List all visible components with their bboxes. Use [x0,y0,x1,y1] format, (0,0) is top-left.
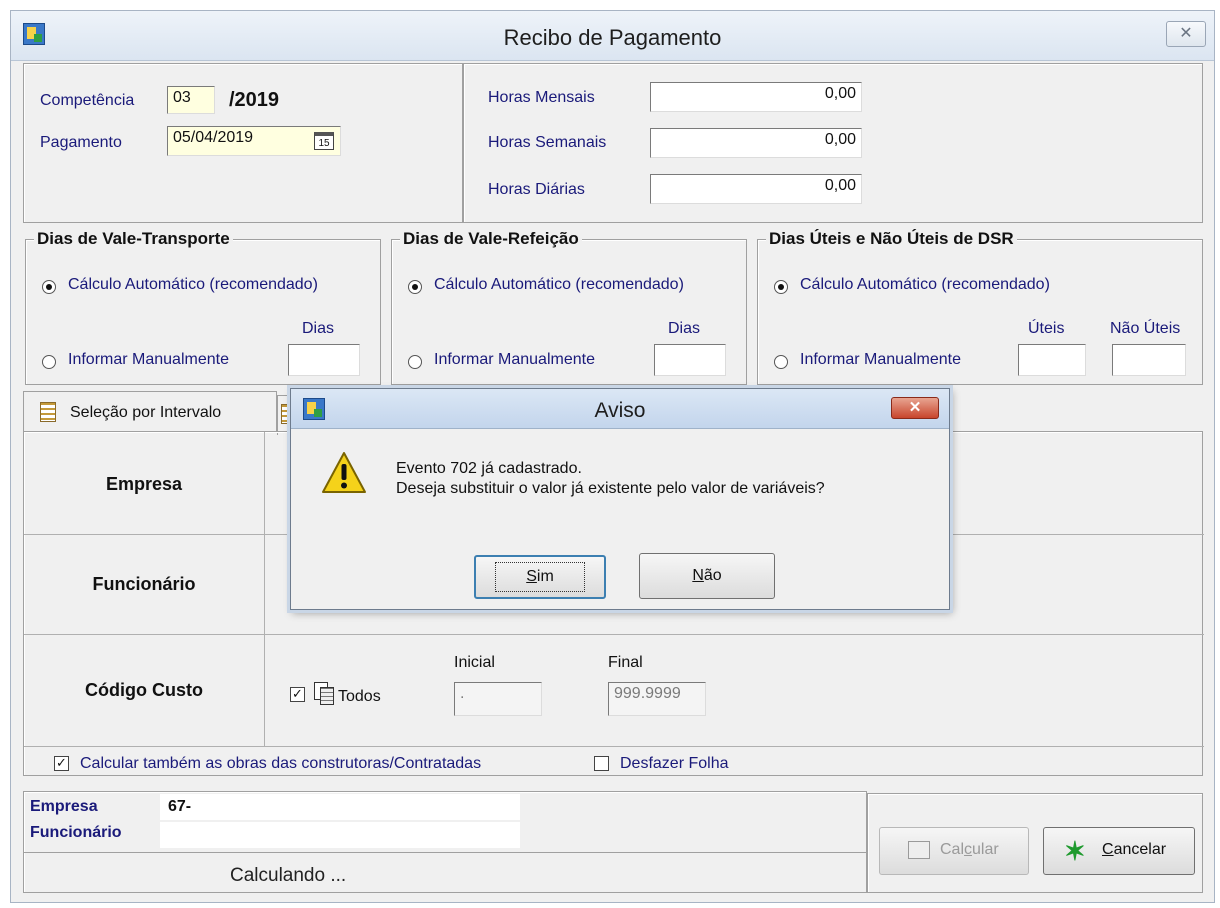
horas-mensais-label: Horas Mensais [488,89,595,106]
cancelar-button[interactable]: ✶ Cancelar [1043,827,1195,875]
calcular-button[interactable]: Calcular [879,827,1029,875]
status-empresa-label: Empresa [30,798,98,815]
vale-transporte-group: Dias de Vale-Transporte Cálculo Automáti… [25,229,381,385]
calcular-label-accel: c [964,841,973,858]
vr-auto-label[interactable]: Cálculo Automático (recomendado) [434,276,684,294]
dialog-message: Evento 702 já cadastrado. Deseja substit… [396,459,825,499]
dsr-auto-radio[interactable] [774,280,788,294]
warning-icon [322,452,366,493]
vr-manual-label[interactable]: Informar Manualmente [434,351,595,369]
dsr-group: Dias Úteis e Não Úteis de DSR Cálculo Au… [757,229,1203,385]
final-field[interactable]: 999.9999 [608,682,706,716]
vr-auto-radio[interactable] [408,280,422,294]
copy-pages-icon [314,682,336,706]
dsr-auto-label[interactable]: Cálculo Automático (recomendado) [800,276,1050,294]
tab-selecao-intervalo-label: Seleção por Intervalo [70,404,222,421]
aviso-dialog: Aviso ✕ Evento 702 já cadastrado. Deseja… [290,388,950,610]
running-man-icon: ✶ [1064,836,1086,866]
vt-dias-field[interactable] [288,344,360,376]
dialog-close-button[interactable]: ✕ [891,397,939,419]
row-divider-2 [24,634,1204,635]
dsr-title: Dias Úteis e Não Úteis de DSR [766,229,1017,249]
desfazer-folha-label[interactable]: Desfazer Folha [620,755,729,773]
dsr-manual-label[interactable]: Informar Manualmente [800,351,961,369]
row-divider-3 [24,746,1204,747]
calcular-label-pre: Cal [940,841,965,858]
dialog-message-line2: Deseja substituir o valor já existente p… [396,480,825,497]
final-label: Final [608,654,643,671]
nao-button[interactable]: Não [639,553,775,599]
pagamento-label: Pagamento [40,134,122,151]
vale-refeicao-group: Dias de Vale-Refeição Cálculo Automático… [391,229,747,385]
status-empresa-value: 67- [168,798,192,815]
inicial-label: Inicial [454,654,495,671]
calcular-obras-checkbox[interactable]: ✓ [54,756,69,771]
cancelar-label-accel: C [1102,841,1114,858]
sim-label-accel: S [526,568,537,585]
document-icon [40,402,56,422]
horas-diarias-field[interactable]: 0,00 [650,174,862,204]
dsr-manual-radio[interactable] [774,355,788,369]
calendar-icon[interactable]: 15 [314,132,334,150]
dsr-uteis-field[interactable] [1018,344,1086,376]
vale-transporte-title: Dias de Vale-Transporte [34,229,233,249]
competencia-label: Competência [40,92,135,109]
horas-semanais-label: Horas Semanais [488,134,607,151]
status-empresa-name [160,794,520,820]
vr-manual-radio[interactable] [408,355,422,369]
horas-semanais-field[interactable]: 0,00 [650,128,862,158]
vr-dias-label: Dias [668,320,701,337]
nao-label-post: ão [703,567,722,584]
inicial-field[interactable]: . [454,682,542,716]
horas-panel: Horas Mensais 0,00 Horas Semanais 0,00 H… [463,63,1203,223]
vt-manual-label[interactable]: Informar Manualmente [68,351,229,369]
window-title: Recibo de Pagamento [503,25,722,50]
dialog-message-line1: Evento 702 já cadastrado. [396,460,582,477]
dsr-uteis-label: Úteis [1028,320,1065,337]
horas-diarias-label: Horas Diárias [488,181,585,198]
status-funcionario-name [160,822,520,848]
status-panel: Empresa 67- Funcionário Calculando ... [23,791,868,893]
vale-refeicao-title: Dias de Vale-Refeição [400,229,582,249]
cancelar-label-post: ancelar [1113,841,1167,858]
dsr-nao-uteis-label: Não Úteis [1110,320,1181,337]
funcionario-row-label: Funcionário [92,574,196,594]
vt-auto-label[interactable]: Cálculo Automático (recomendado) [68,276,318,294]
competencia-year: /2019 [229,89,280,111]
status-funcionario-label: Funcionário [30,824,122,841]
dialog-title: Aviso [594,399,646,422]
close-button[interactable]: ✕ [1166,21,1206,47]
todos-label[interactable]: Todos [338,688,381,706]
tab-selecao-intervalo[interactable]: Seleção por Intervalo [23,391,277,431]
vt-auto-radio[interactable] [42,280,56,294]
vr-dias-field[interactable] [654,344,726,376]
vt-manual-radio[interactable] [42,355,56,369]
nao-label-accel: N [692,567,704,584]
competencia-month-field[interactable]: 03 [167,86,215,114]
empresa-row-label: Empresa [105,474,183,494]
periodo-panel: Competência 03 /2019 Pagamento 05/04/201… [23,63,463,223]
horas-mensais-field[interactable]: 0,00 [650,82,862,112]
calcular-label-post: ular [972,841,999,858]
dialog-title-bar: Aviso ✕ [291,389,949,429]
sim-button[interactable]: Sim [474,555,606,599]
codigo-custo-row-label: Código Custo [85,680,203,700]
todos-checkbox[interactable]: ✓ [290,687,305,702]
sim-label-post: im [536,568,554,585]
status-divider [24,852,868,853]
calcular-obras-label[interactable]: Calcular também as obras das construtora… [80,755,481,773]
status-progress-text: Calculando ... [230,865,347,886]
row-divider-vertical [264,432,265,746]
dsr-nao-uteis-field[interactable] [1112,344,1186,376]
printer-icon [908,841,930,859]
vt-dias-label: Dias [302,320,335,337]
title-bar: Recibo de Pagamento ✕ [11,11,1214,61]
desfazer-folha-checkbox[interactable] [594,756,609,771]
